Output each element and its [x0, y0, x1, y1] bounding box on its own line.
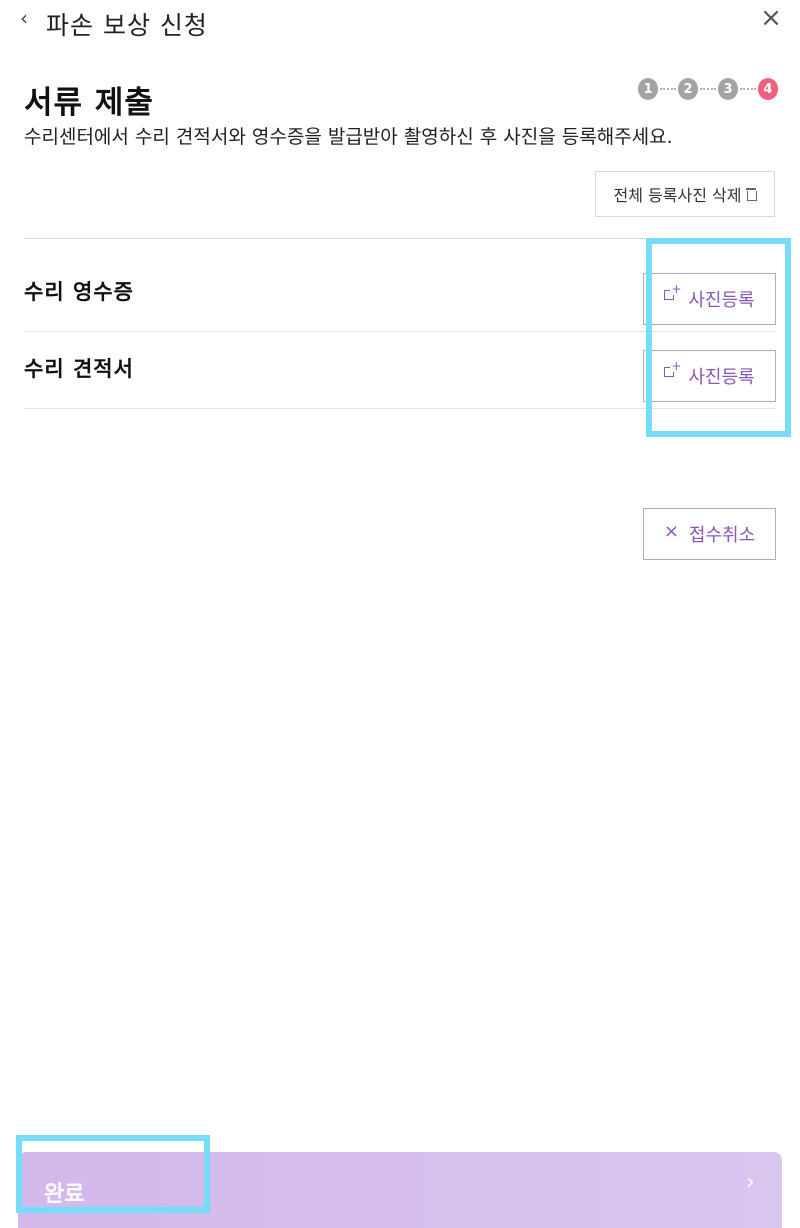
step-connector — [740, 88, 756, 90]
step-2: 2 — [677, 78, 699, 100]
delete-all-label: 전체 등록사진 삭제 — [613, 186, 742, 205]
cancel-label: 접수취소 — [688, 525, 756, 546]
chevron-left-icon: ‹ — [20, 6, 28, 30]
delete-all-photos-button[interactable]: 전체 등록사진 삭제 — [595, 171, 775, 217]
header-title: 파손 보상 신청 — [46, 11, 208, 40]
instruction-text: 수리센터에서 수리 견적서와 영수증을 발급받아 촬영하신 후 사진을 등록해주… — [24, 126, 673, 148]
step-3: 3 — [717, 78, 739, 100]
highlight-box-complete — [16, 1135, 210, 1213]
close-icon: × — [760, 3, 782, 33]
step-connector — [660, 88, 676, 90]
trash-icon — [746, 188, 758, 201]
close-icon: × — [663, 520, 679, 542]
cancel-application-button[interactable]: × 접수취소 — [643, 508, 776, 560]
step-indicator: 1 2 3 4 — [638, 78, 779, 100]
chevron-right-icon: › — [746, 1170, 755, 1195]
step-4-current: 4 — [757, 78, 779, 100]
close-button[interactable]: × — [757, 4, 785, 32]
back-button[interactable]: ‹ — [20, 6, 44, 30]
page-title: 서류 제출 — [24, 85, 154, 121]
step-connector — [700, 88, 716, 90]
step-1: 1 — [638, 78, 659, 100]
highlight-box-photo-buttons — [646, 238, 791, 437]
document-label-receipt: 수리 영수증 — [24, 280, 134, 304]
document-label-estimate: 수리 견적서 — [24, 357, 134, 381]
